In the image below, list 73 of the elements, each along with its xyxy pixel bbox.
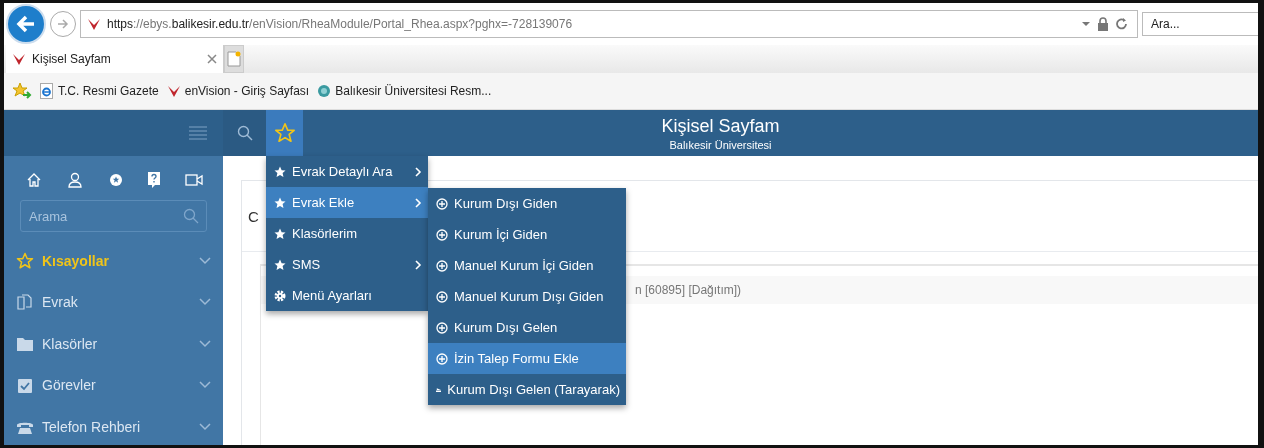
chevron-down-icon[interactable] [199, 422, 211, 431]
video-camera-icon[interactable] [185, 173, 203, 187]
star-icon[interactable] [273, 122, 296, 144]
menu-item[interactable]: Klasörlerim [266, 218, 428, 249]
favorite-link[interactable]: Balıkesir Üniversitesi Resm... [317, 84, 492, 98]
search-field[interactable]: Ara... [1142, 12, 1258, 36]
submenu-item[interactable]: Kurum Dışı Gelen (Tarayarak) [428, 374, 626, 405]
search-icon[interactable] [183, 208, 199, 224]
favorites-star-icon[interactable] [12, 82, 32, 100]
menu-item[interactable]: Menü Ayarları [266, 280, 428, 311]
forward-arrow-icon[interactable] [56, 17, 70, 31]
page-icon [40, 83, 54, 99]
submenu-item[interactable]: Manuel Kurum Dışı Giden [428, 281, 626, 312]
forward-button[interactable] [50, 11, 76, 37]
chevron-down-icon[interactable] [199, 256, 211, 265]
globe-icon [317, 84, 332, 98]
chevron-down-icon[interactable] [199, 339, 211, 348]
search-icon[interactable] [236, 125, 253, 141]
submenu-item[interactable]: Kurum Dışı Giden [428, 188, 626, 219]
card-heading: C [248, 207, 259, 225]
folder-icon [17, 336, 33, 351]
plus-circle-icon [436, 352, 448, 365]
menu-item[interactable]: SMS [266, 249, 428, 280]
menu-icon[interactable] [189, 126, 207, 140]
search-button[interactable] [223, 110, 266, 156]
help-icon[interactable] [147, 172, 160, 188]
page-subtitle: Balıkesir Üniversitesi [669, 138, 772, 151]
plus-circle-icon [436, 228, 448, 241]
sidebar-item[interactable]: Görevler [4, 364, 223, 406]
sidebar-search-field[interactable]: Arama [20, 200, 207, 232]
dropdown-caret-icon[interactable] [1081, 20, 1091, 28]
site-logo-icon [166, 84, 181, 98]
close-icon[interactable] [207, 54, 217, 64]
home-icon[interactable] [26, 172, 42, 188]
favorites-button[interactable] [266, 110, 303, 156]
star-icon [274, 227, 286, 240]
favorite-link[interactable]: T.C. Resmi Gazete [40, 83, 159, 99]
sidebar-item[interactable]: Klasörler [4, 323, 223, 365]
user-icon[interactable] [67, 172, 84, 188]
list-item-text: n [60895] [Dağıtım]) [635, 283, 742, 297]
favorite-link[interactable]: enVision - Giriş Sayfası [166, 84, 310, 98]
star-icon [16, 251, 34, 270]
sidebar-item[interactable]: Telefon Rehberi [4, 406, 223, 445]
gear-icon [274, 289, 286, 302]
new-page-icon[interactable] [227, 51, 241, 67]
star-icon [274, 165, 286, 178]
plus-circle-icon [436, 321, 448, 334]
site-logo-icon [12, 52, 26, 66]
plus-circle-icon [436, 197, 448, 210]
plus-circle-icon [436, 259, 448, 272]
submenu-item[interactable]: İzin Talep Formu Ekle [428, 343, 626, 374]
page-title: Kişisel Sayfam [661, 115, 780, 137]
documents-icon [17, 294, 33, 311]
star-icon [274, 258, 286, 271]
plus-circle-icon [436, 290, 448, 303]
star-icon [274, 196, 286, 209]
chevron-down-icon[interactable] [199, 381, 211, 390]
refresh-icon[interactable] [1115, 17, 1129, 31]
lock-icon [1097, 17, 1109, 31]
star-badge-icon[interactable] [108, 173, 123, 187]
checkbox-icon [18, 377, 32, 394]
browser-tab[interactable]: Kişisel Sayfam [6, 45, 224, 73]
chevron-down-icon[interactable] [199, 298, 211, 307]
submenu-item[interactable]: Kurum İçi Giden [428, 219, 626, 250]
back-button[interactable] [6, 4, 46, 44]
submenu-item[interactable]: Kurum Dışı Gelen [428, 312, 626, 343]
sidebar-item[interactable]: Evrak [4, 281, 223, 323]
submenu-item[interactable]: Manuel Kurum İçi Giden [428, 250, 626, 281]
menu-item[interactable]: Evrak Detaylı Ara [266, 156, 428, 187]
address-bar[interactable]: https://ebys.balikesir.edu.tr/enVision/RheaModule/Portal_Rhea.aspx?pghx=-728139076 [80, 10, 1138, 38]
site-logo-icon [87, 17, 101, 31]
new-tab-button[interactable] [224, 45, 244, 73]
menu-item[interactable]: Evrak Ekle [266, 187, 428, 218]
